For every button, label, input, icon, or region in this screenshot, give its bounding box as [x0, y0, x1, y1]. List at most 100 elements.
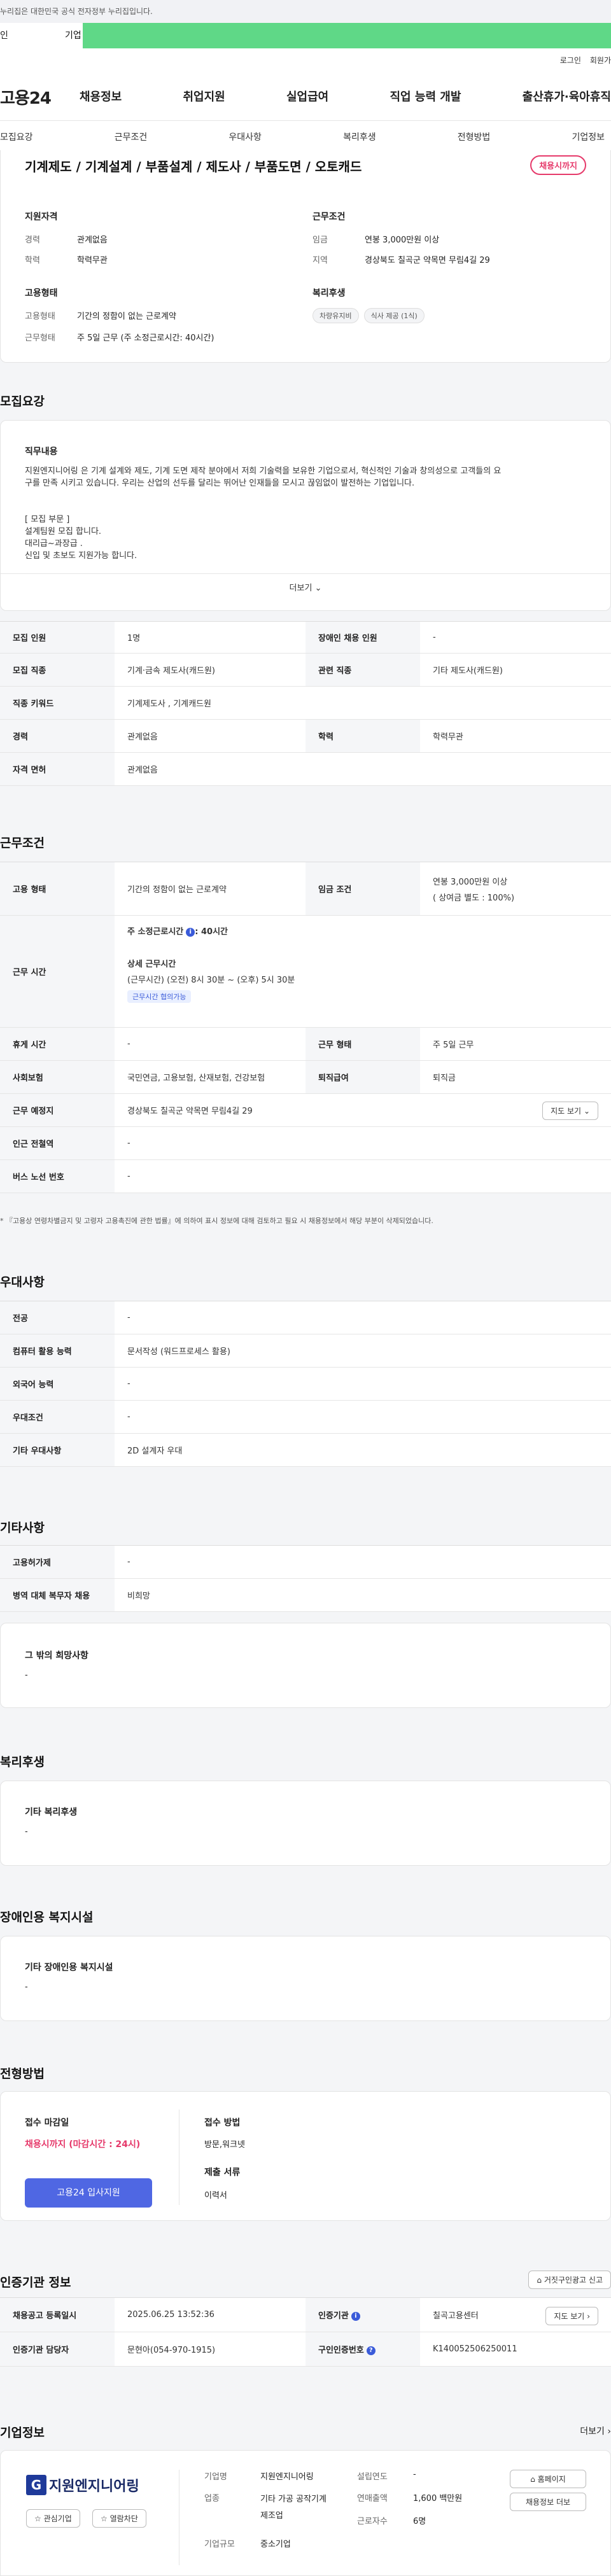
- table-row: 전공 -: [0, 1301, 611, 1334]
- subnav-pref[interactable]: 우대사항: [228, 130, 262, 143]
- company-box: G 지원엔지니어링 ☆ 관심기업 ☆ 열람차단 기업명 지원엔지니어링 업종 기…: [0, 2450, 611, 2576]
- pref-table-wrap: 전공 - 컴퓨터 활용 능력 문서작성 (워드프로세스 활용) 외국어 능력 - 우대…: [0, 1301, 611, 1467]
- table-row: 근무 예정지 경상북도 칠곡군 약목면 무림4길 29 지도 보기 ⌄: [0, 1093, 611, 1127]
- deadline-label: 접수 마감일: [25, 2118, 69, 2128]
- info-icon[interactable]: i: [186, 927, 195, 937]
- nav-unemployment[interactable]: 실업급여: [286, 88, 328, 104]
- home-icon: ⌂: [530, 2475, 535, 2484]
- process-box: 접수 마감일 채용시까지 (마감시간 : 24시) 고용24 입사지원 접수 방…: [0, 2091, 611, 2221]
- employees-value: 6명: [413, 2517, 426, 2526]
- method-label: 접수 방법: [204, 2118, 241, 2128]
- login-link[interactable]: 로그인: [560, 56, 581, 65]
- more-label: 더보기: [289, 584, 313, 593]
- subnav-welfare[interactable]: 복리후생: [343, 130, 376, 143]
- age-discrimination-note: * 『고용상 연령차별금지 및 고령자 고용촉진에 관한 법률』에 의하여 표시…: [0, 1217, 433, 1225]
- table-row: 채용공고 등록일시 2025.06.25 13:52:36 인증기관 i 칠곡고용센터 지…: [0, 2297, 611, 2332]
- work-table: 고용 형태 기간의 정함이 없는 근로계약 임금 조건 연봉 3,000만원 이상( …: [0, 862, 611, 1193]
- nav-employment-support[interactable]: 취업지원: [183, 88, 225, 104]
- summary-card-lower: 고용형태 고용형태 기간의 정함이 없는 근로계약 근무형태 주 5일 근무 (…: [0, 280, 611, 363]
- recruit-table-wrap: 모집 인원 1명 장애인 채용 인원 - 모집 직종 기계·금속 제도사(캐드원) 관련 …: [0, 621, 611, 786]
- welfare-tags: 차량유지비 식사 제공 (1식): [313, 308, 430, 323]
- qual-career-value: 관계없음: [77, 235, 108, 245]
- site-logo[interactable]: 고용24: [0, 85, 52, 109]
- company-name-value: 지원엔지니어링: [260, 2472, 314, 2482]
- docs-label: 제출 서류: [204, 2167, 241, 2178]
- emp-heading: 고용형태: [25, 288, 58, 298]
- disabled-box-title: 기타 장애인용 복지시설: [25, 1963, 113, 1973]
- table-row: 병역 대체 복무자 채용 비희망: [0, 1578, 611, 1612]
- founded-label: 설립연도: [357, 2472, 388, 2482]
- company-logo-mark: G: [26, 2475, 46, 2495]
- table-row: 컴퓨터 활용 능력 문서작성 (워드프로세스 활용): [0, 1334, 611, 1368]
- nav-training[interactable]: 직업 능력 개발: [390, 88, 461, 104]
- section-nav: 모집요강 근무조건 우대사항 복리후생 전형방법 기업정보: [0, 121, 611, 153]
- subnav-work[interactable]: 근무조건: [115, 130, 148, 143]
- subnav-recruit[interactable]: 모집요강: [0, 130, 33, 143]
- favorite-company-button[interactable]: ☆ 관심기업: [26, 2509, 80, 2528]
- table-row: 기타 우대사항 2D 설계자 우대: [0, 1433, 611, 1467]
- company-more-link[interactable]: 더보기 ›: [580, 2425, 611, 2437]
- map-button[interactable]: 지도 보기 ⌄: [542, 1102, 598, 1120]
- table-row: 인근 전철역 -: [0, 1126, 611, 1160]
- qual-edu-label: 학력: [25, 256, 40, 265]
- more-button[interactable]: 더보기 ⌄: [1, 581, 610, 593]
- block-view-button[interactable]: ☆ 열람차단: [92, 2509, 146, 2528]
- welfare-box-value: -: [25, 1827, 28, 1837]
- signup-link[interactable]: 회원가: [590, 56, 611, 65]
- etc-heading: 기타사항: [0, 1521, 45, 1535]
- table-row: 고용 형태 기간의 정함이 없는 근로계약 임금 조건 연봉 3,000만원 이상( …: [0, 862, 611, 916]
- job-desc-text: 지원엔지니어링 은 기계 설계와 제도, 기계 도면 제작 분야에서 저희 기술…: [25, 466, 502, 561]
- info-icon[interactable]: ?: [366, 2346, 376, 2355]
- subnav-company[interactable]: 기업정보: [572, 130, 605, 143]
- welfare-tag: 차량유지비: [313, 308, 359, 323]
- table-row: 모집 인원 1명 장애인 채용 인원 -: [0, 621, 611, 654]
- info-icon[interactable]: i: [351, 2311, 360, 2321]
- nav-leave[interactable]: 출산휴가·육아휴직: [523, 88, 611, 104]
- employees-label: 근로자수: [357, 2517, 388, 2526]
- etc-box-value: -: [25, 1670, 28, 1680]
- industry-value: 기타 가공 공작기계 제조업: [260, 2495, 327, 2521]
- work-heading: 근무조건: [0, 836, 45, 850]
- report-fake-ad-button[interactable]: ⌂ 거짓구인광고 신고: [528, 2271, 611, 2289]
- homepage-button[interactable]: ⌂ 홈페이지: [510, 2470, 586, 2488]
- status-badge: 채용시까지: [530, 155, 586, 175]
- table-row: 인증기관 담당자 문현아(054-970-1915) 구인인증번호? K1400525…: [0, 2332, 611, 2367]
- nav-jobs[interactable]: 채용정보: [80, 88, 122, 104]
- company-logo: G 지원엔지니어링: [26, 2475, 139, 2495]
- work-table-wrap: 고용 형태 기간의 정함이 없는 근로계약 임금 조건 연봉 3,000만원 이상( …: [0, 862, 611, 1193]
- cond-wage-label: 임금: [313, 235, 328, 245]
- qual-heading: 지원자격: [25, 212, 58, 222]
- chevron-down-icon: ⌄: [583, 1107, 590, 1116]
- table-row: 버스 노선 번호 -: [0, 1159, 611, 1193]
- etc-table-wrap: 고용허가제 - 병역 대체 복무자 채용 비희망: [0, 1545, 611, 1612]
- apply-button[interactable]: 고용24 입사지원: [25, 2178, 152, 2208]
- hours-negotiable-badge: 근무시간 협의가능: [127, 990, 192, 1003]
- revenue-label: 연매출액: [357, 2494, 388, 2503]
- qual-edu-value: 학력무관: [77, 256, 108, 265]
- home-icon: ⌂: [537, 2276, 542, 2285]
- more-divider: [1, 573, 610, 574]
- subnav-process[interactable]: 전형방법: [458, 130, 491, 143]
- cond-heading: 근무조건: [313, 212, 346, 222]
- table-row: 사회보험 국민연금, 고용보험, 산재보험, 건강보험 퇴직급여 퇴직금: [0, 1060, 611, 1094]
- table-row: 모집 직종 기계·금속 제도사(캐드원) 관련 직종 기타 제도사(캐드원): [0, 653, 611, 687]
- table-row: 근무 시간 주 소정근로시간 i: 40시간 상세 근무시간 (근무시간) (오전…: [0, 915, 611, 1028]
- main-nav: 채용정보 취업지원 실업급여 직업 능력 개발 출산휴가·육아휴직: [80, 88, 611, 104]
- table-row: 직종 키워드 기계제도사 , 기계캐드원: [0, 686, 611, 720]
- job-title: 기계제도 / 기계설계 / 부품설계 / 제도사 / 부품도면 / 오토캐드: [25, 159, 362, 174]
- pref-heading: 우대사항: [0, 1275, 45, 1289]
- pref-table: 전공 - 컴퓨터 활용 능력 문서작성 (워드프로세스 활용) 외국어 능력 - 우대…: [0, 1301, 611, 1467]
- agency-map-button[interactable]: 지도 보기 ›: [545, 2307, 598, 2325]
- chevron-right-icon: ›: [587, 2312, 590, 2321]
- revenue-value: 1,600 백만원: [413, 2494, 463, 2503]
- agency-table: 채용공고 등록일시 2025.06.25 13:52:36 인증기관 i 칠곡고용센터 지…: [0, 2297, 611, 2367]
- job-desc-box: 직무내용 지원엔지니어링 은 기계 설계와 제도, 기계 도면 제작 분야에서 …: [0, 420, 611, 611]
- tab-company[interactable]: 기업: [65, 23, 611, 48]
- auth-links: 로그인 회원가: [551, 55, 611, 66]
- qual-career-label: 경력: [25, 235, 40, 245]
- agency-heading: 인증기관 정보: [0, 2276, 71, 2290]
- job-desc-heading: 직무내용: [25, 447, 58, 457]
- more-jobs-button[interactable]: 채용정보 더보: [510, 2493, 586, 2511]
- etc-box: 그 밖의 희망사항 -: [0, 1623, 611, 1708]
- agency-table-wrap: 채용공고 등록일시 2025.06.25 13:52:36 인증기관 i 칠곡고용센터 지…: [0, 2297, 611, 2367]
